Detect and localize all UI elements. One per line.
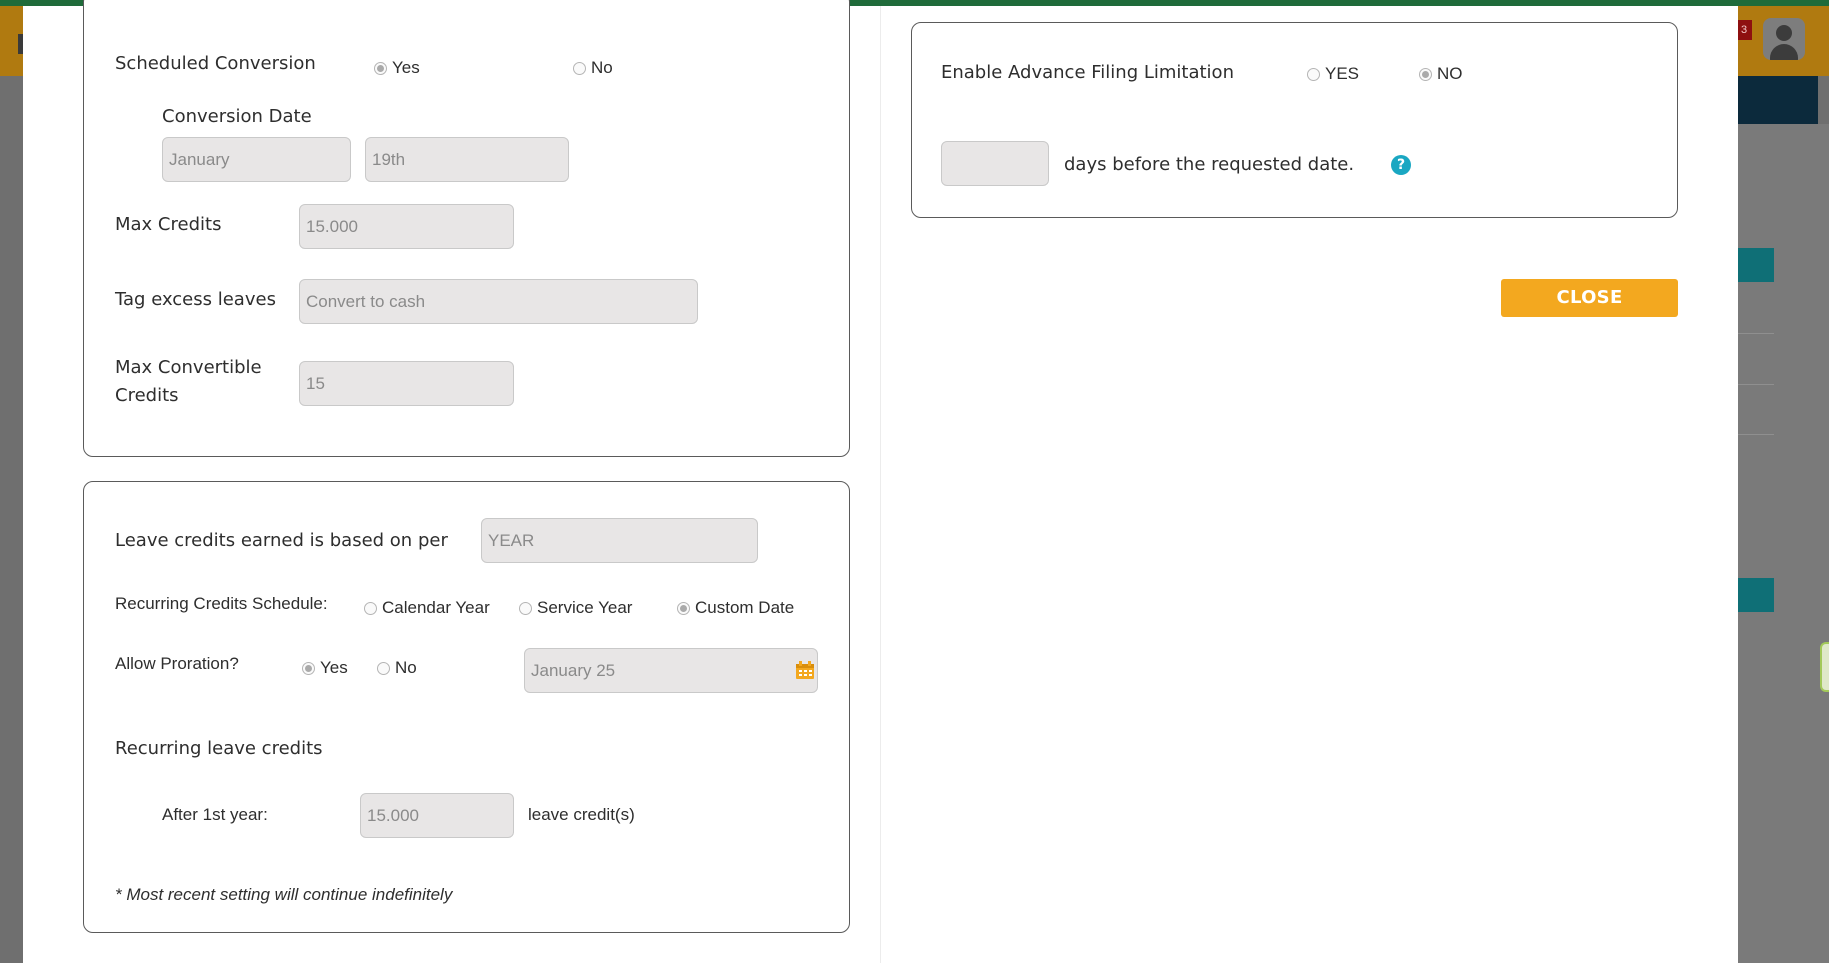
schedule-custom-date-radio[interactable] — [677, 602, 690, 615]
proration-no-radio[interactable] — [377, 662, 390, 675]
recurring-credits-label: Recurring leave credits — [115, 738, 323, 759]
tag-excess-select[interactable]: Convert to cash — [299, 279, 698, 324]
schedule-service-year-radio[interactable] — [519, 602, 532, 615]
scheduled-conversion-label: Scheduled Conversion — [115, 53, 316, 74]
after-first-year-label: After 1st year: — [162, 805, 268, 824]
proration-no-label: No — [395, 658, 417, 677]
conversion-panel: Scheduled Conversion Yes No Conversion D… — [83, 0, 850, 457]
days-before-input[interactable] — [941, 141, 1049, 186]
max-convertible-label-line1: Max Convertible — [115, 357, 262, 378]
user-avatar[interactable] — [1763, 18, 1805, 60]
scheduled-conversion-no-radio[interactable] — [573, 62, 586, 75]
advance-filing-yes-radio[interactable] — [1307, 68, 1320, 81]
max-convertible-input[interactable]: 15 — [299, 361, 514, 406]
based-on-select[interactable]: YEAR — [481, 518, 758, 563]
schedule-calendar-year-radio[interactable] — [364, 602, 377, 615]
advance-filing-yes-label: YES — [1325, 64, 1360, 83]
proration-yes-radio[interactable] — [302, 662, 315, 675]
app-nav-band — [1738, 76, 1818, 124]
days-before-label: days before the requested date. — [1064, 154, 1355, 175]
scheduled-conversion-yes-radio[interactable] — [374, 62, 387, 75]
background-divider — [1738, 384, 1774, 385]
background-divider — [1738, 434, 1774, 435]
conversion-day-select[interactable]: 19th — [365, 137, 569, 182]
conversion-date-label: Conversion Date — [162, 106, 312, 127]
advance-filing-no-label: NO — [1437, 64, 1463, 83]
custom-date-value: January 25 — [531, 661, 616, 680]
column-divider — [880, 6, 881, 963]
leave-credits-unit: leave credit(s) — [528, 805, 635, 824]
based-on-label: Leave credits earned is based on per — [115, 530, 448, 551]
close-button[interactable]: CLOSE — [1501, 279, 1678, 317]
help-icon[interactable]: ? — [1391, 155, 1411, 175]
conversion-month-select[interactable]: January — [162, 137, 351, 182]
background-button — [1738, 578, 1774, 612]
background-button — [1738, 248, 1774, 282]
proration-yes-label: Yes — [320, 658, 348, 677]
proration-label: Allow Proration? — [115, 654, 239, 673]
custom-date-input[interactable]: January 25 — [524, 648, 818, 693]
after-first-year-input[interactable]: 15.000 — [360, 793, 514, 838]
advance-filing-panel: Enable Advance Filing Limitation YES NO … — [911, 22, 1678, 218]
feedback-tab[interactable] — [1820, 642, 1829, 692]
notification-badge[interactable]: 3 — [1736, 20, 1752, 40]
background-divider — [1738, 333, 1774, 334]
schedule-service-year-label: Service Year — [537, 598, 633, 617]
scheduled-conversion-no-label: No — [591, 58, 613, 77]
leave-settings-modal: Scheduled Conversion Yes No Conversion D… — [23, 0, 1738, 963]
schedule-label: Recurring Credits Schedule: — [115, 594, 328, 613]
advance-filing-no-radio[interactable] — [1419, 68, 1432, 81]
max-convertible-label-line2: Credits — [115, 385, 179, 406]
max-credits-input[interactable]: 15.000 — [299, 204, 514, 249]
calendar-icon[interactable] — [795, 661, 815, 680]
schedule-calendar-year-label: Calendar Year — [382, 598, 490, 617]
footnote: * Most recent setting will continue inde… — [115, 885, 453, 904]
scheduled-conversion-yes-label: Yes — [392, 58, 420, 77]
schedule-custom-date-label: Custom Date — [695, 598, 795, 617]
earning-panel: Leave credits earned is based on per YEA… — [83, 481, 850, 933]
advance-filing-label: Enable Advance Filing Limitation — [941, 62, 1234, 83]
tag-excess-label: Tag excess leaves — [115, 289, 276, 310]
max-credits-label: Max Credits — [115, 214, 222, 235]
